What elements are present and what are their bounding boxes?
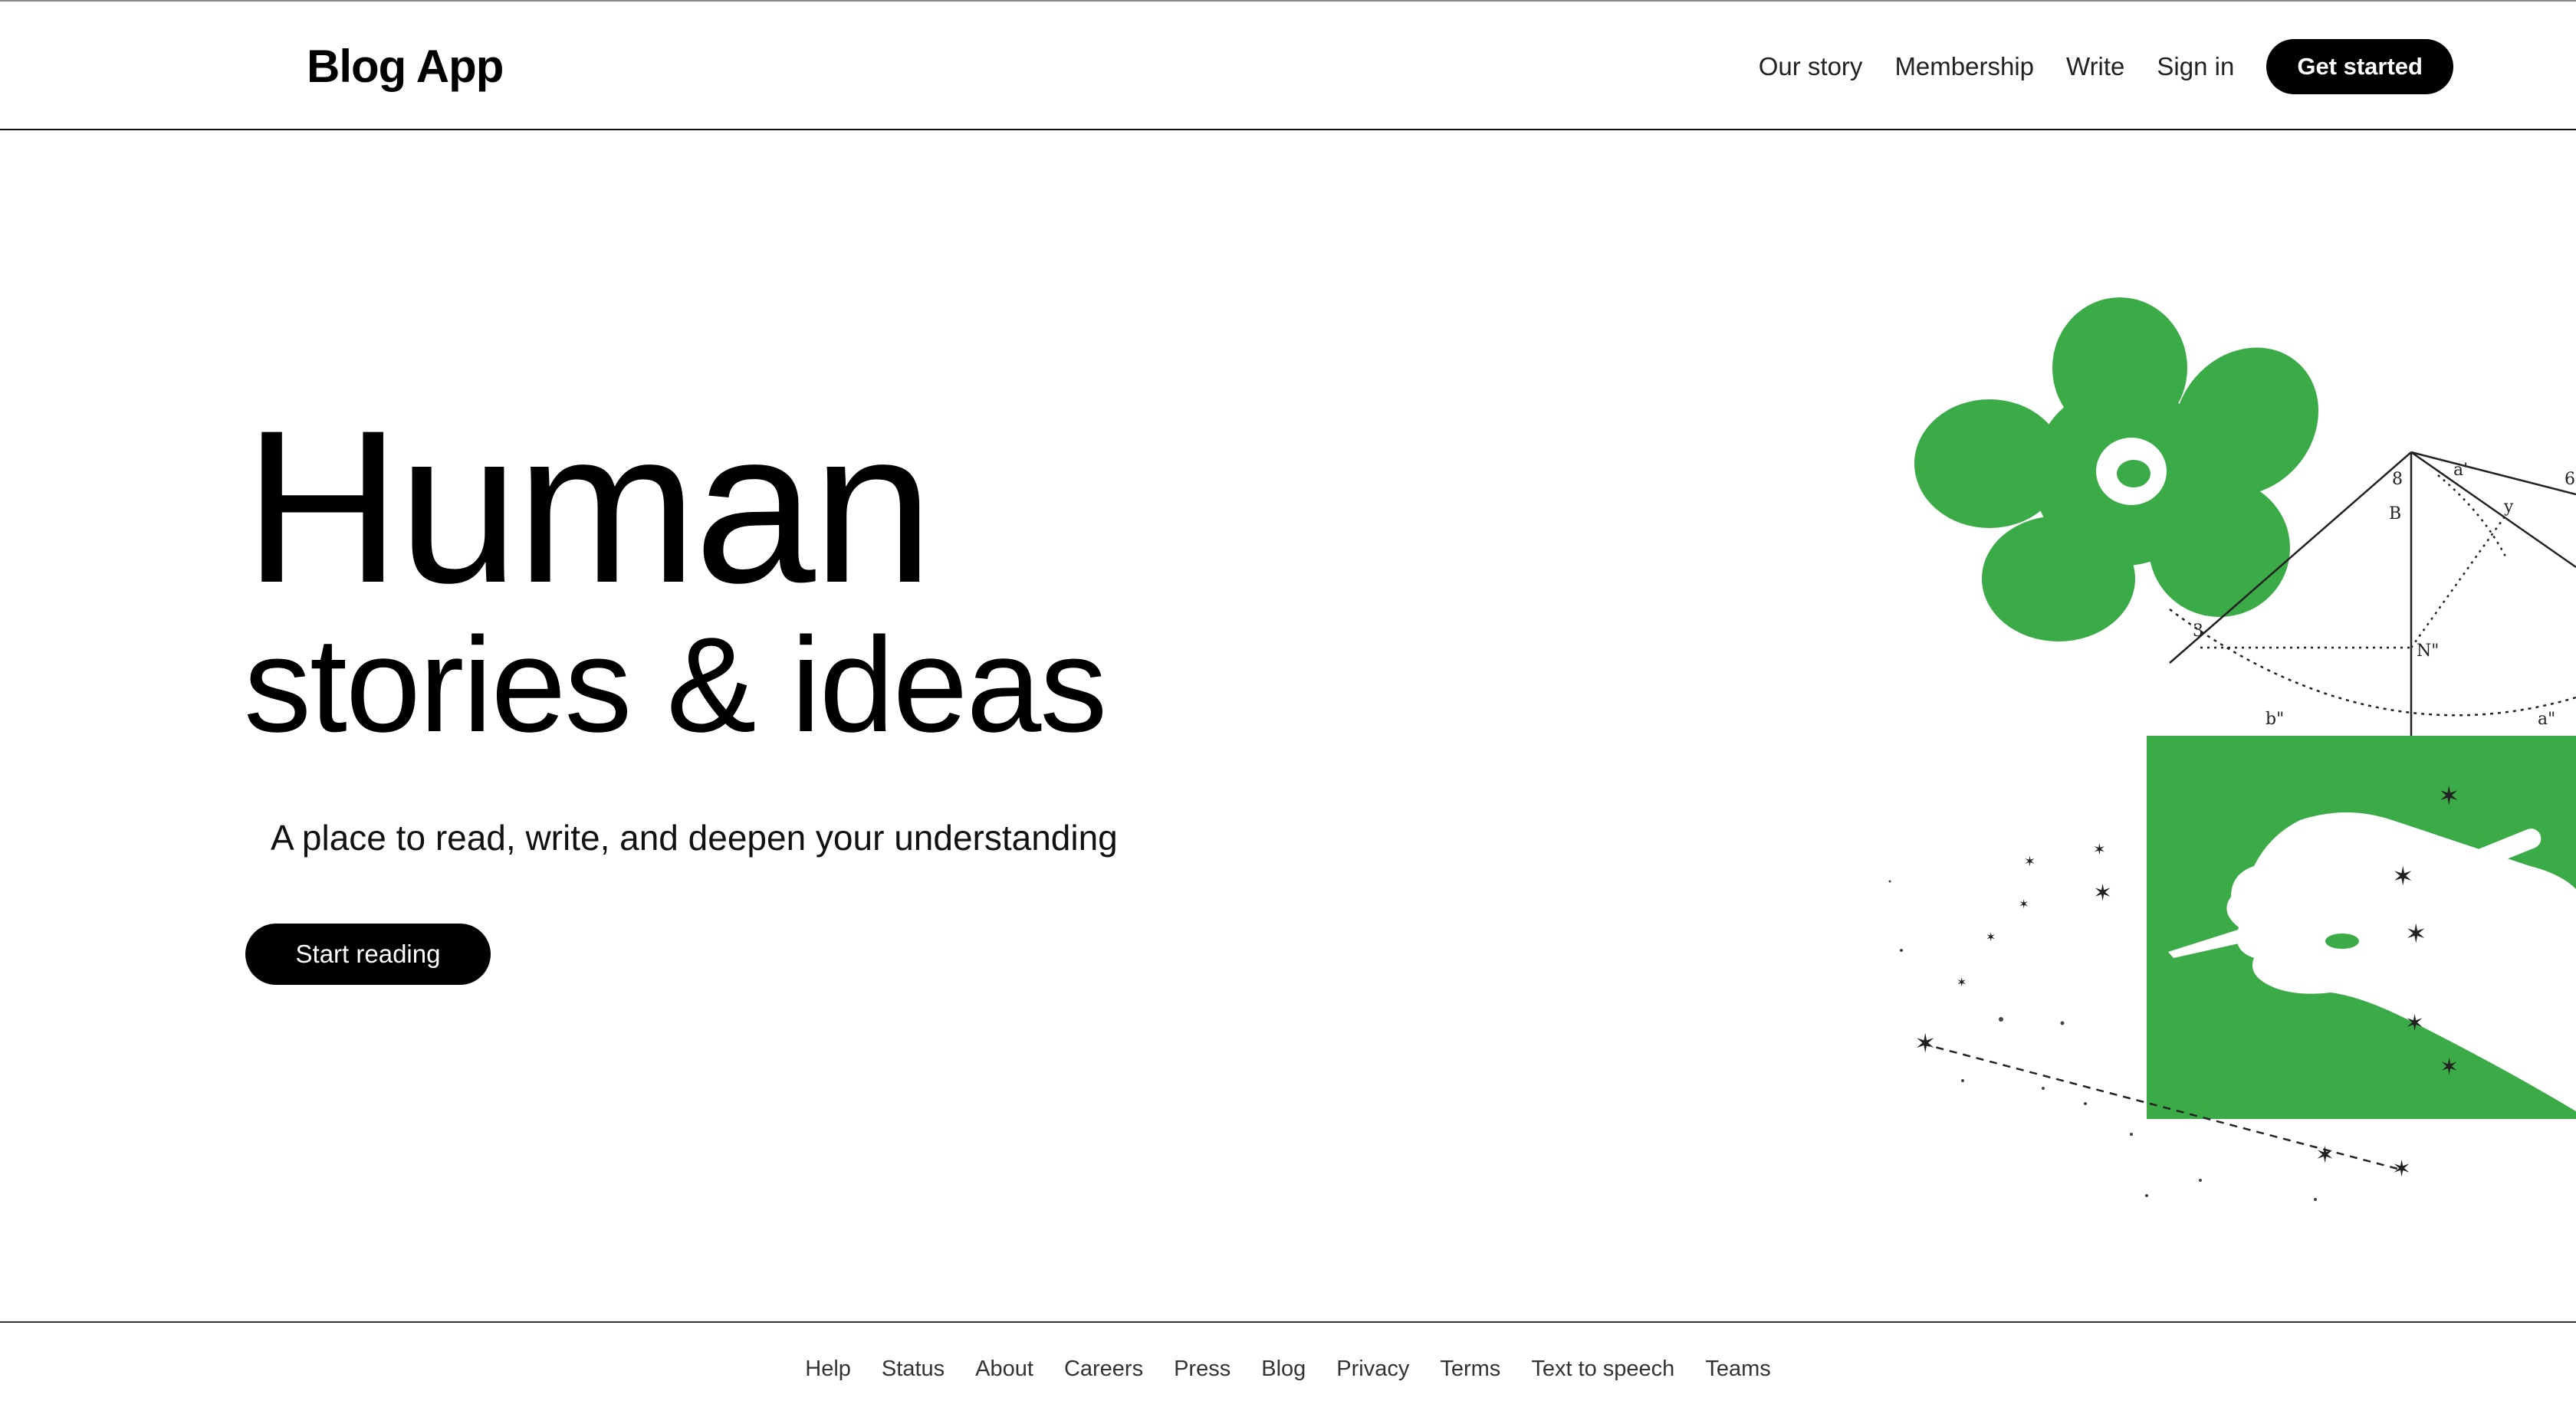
footer-link-help[interactable]: Help — [805, 1357, 851, 1382]
diagram-label-y: y — [2503, 497, 2514, 517]
footer-link-teams[interactable]: Teams — [1705, 1357, 1770, 1382]
nav-link-membership[interactable]: Membership — [1894, 52, 2034, 81]
nav-link-write[interactable]: Write — [2066, 52, 2124, 81]
diagram-label-n: N" — [2417, 641, 2439, 661]
diagram-label-b: B — [2389, 504, 2401, 523]
svg-text:✶: ✶ — [2405, 1010, 2424, 1037]
get-started-button[interactable]: Get started — [2266, 39, 2453, 94]
footer-link-privacy[interactable]: Privacy — [1336, 1357, 1409, 1382]
svg-text:✶: ✶ — [2392, 1156, 2411, 1183]
footer-link-terms[interactable]: Terms — [1440, 1357, 1500, 1382]
svg-text:✶: ✶ — [2440, 1054, 2459, 1081]
site-logo[interactable]: Blog App — [307, 40, 504, 93]
start-reading-button[interactable]: Start reading — [245, 924, 491, 985]
green-shape-shadow — [2325, 933, 2359, 949]
footer-link-text-to-speech[interactable]: Text to speech — [1531, 1357, 1674, 1382]
main-nav: Our story Membership Write Sign in Get s… — [1759, 38, 2453, 95]
footer-link-about[interactable]: About — [975, 1357, 1033, 1382]
diagram-label-a1: a' — [2453, 461, 2468, 480]
footer-link-status[interactable]: Status — [882, 1357, 945, 1382]
svg-text:✶: ✶ — [2405, 919, 2427, 950]
hero-illustration: B N" E 8 b" a" 3 6 a' y ✶ ✶ ✶ ✶ ✶ ✶ — [1888, 297, 2576, 1201]
svg-text:✶: ✶ — [2024, 854, 2036, 870]
svg-text:✶: ✶ — [2093, 840, 2106, 858]
footer-links: Help Status About Careers Press Blog Pri… — [0, 1357, 2576, 1382]
flower-icon — [1914, 297, 2319, 641]
diagram-label-8: 8 — [2392, 470, 2403, 489]
diagram-label-6: 6 — [2564, 470, 2575, 489]
hero-title-line2: stories & ideas — [244, 610, 1107, 760]
diagram-label-a2: a" — [2538, 710, 2555, 729]
hero-title-line1: Human — [244, 386, 934, 628]
top-navigation-bar: Blog App Our story Membership Write Sign… — [0, 2, 2576, 130]
diagram-label-3: 3 — [2193, 622, 2203, 641]
nav-link-our-story[interactable]: Our story — [1759, 52, 1863, 81]
footer-link-press[interactable]: Press — [1174, 1357, 1230, 1382]
svg-text:✶: ✶ — [2019, 897, 2029, 911]
footer-link-blog[interactable]: Blog — [1261, 1357, 1306, 1382]
svg-text:✶: ✶ — [2392, 861, 2414, 892]
svg-text:✶: ✶ — [2315, 1142, 2334, 1169]
nav-link-sign-in[interactable]: Sign in — [2157, 52, 2234, 81]
footer-link-careers[interactable]: Careers — [1064, 1357, 1143, 1382]
svg-text:✶: ✶ — [2093, 880, 2112, 907]
hero-subtitle: A place to read, write, and deepen your … — [271, 818, 1118, 858]
svg-text:✶: ✶ — [2438, 781, 2460, 812]
diagram-label-b2: b" — [2266, 710, 2284, 729]
svg-text:✶: ✶ — [1957, 975, 1967, 989]
footer: Help Status About Careers Press Blog Pri… — [0, 1321, 2576, 1424]
svg-text:✶: ✶ — [1986, 930, 1996, 944]
